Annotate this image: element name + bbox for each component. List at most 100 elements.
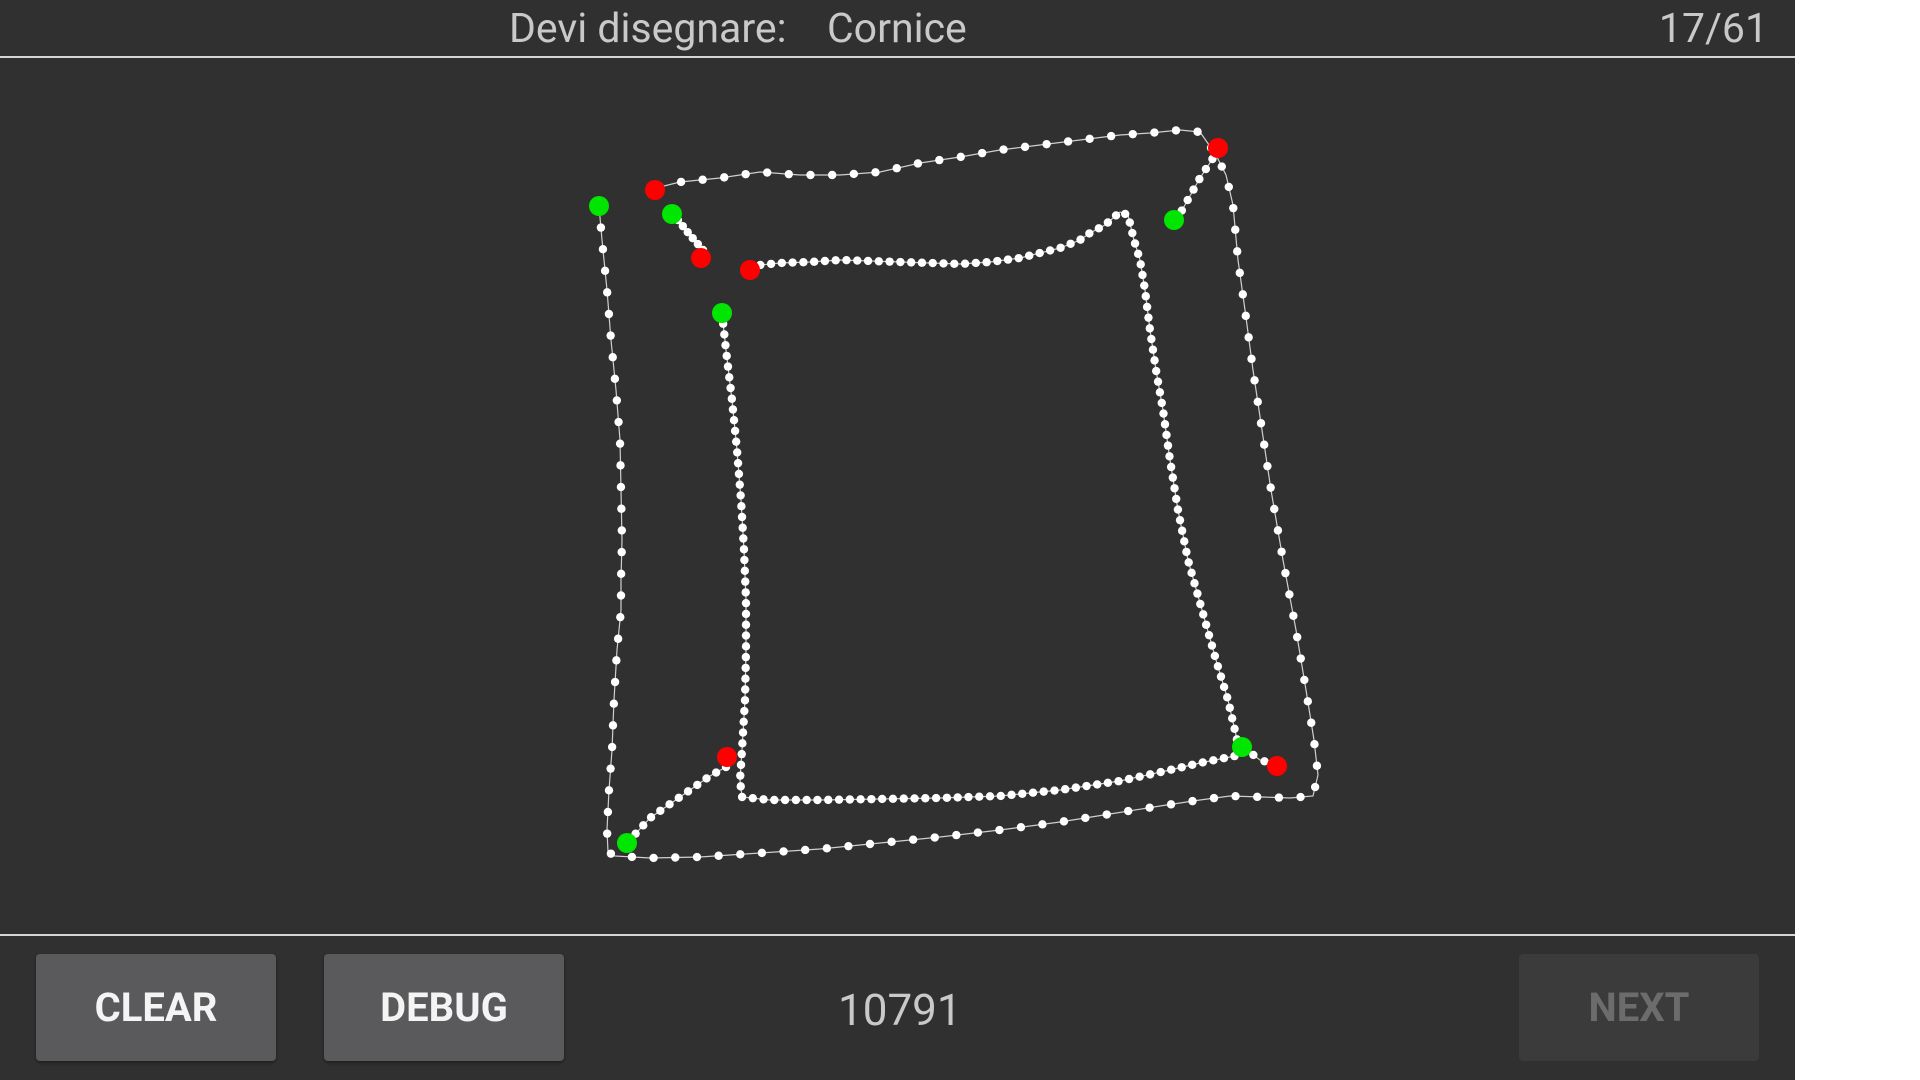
stroke-point (598, 245, 608, 254)
stroke-point (1227, 714, 1237, 723)
stroke-point (1166, 462, 1176, 472)
stroke-point (1042, 139, 1051, 149)
stroke-point (613, 634, 623, 643)
stroke-point (779, 847, 788, 856)
stroke-point (1151, 366, 1161, 376)
debug-button[interactable]: DEBUG (324, 954, 564, 1061)
stroke-point (1024, 251, 1034, 260)
stroke-point (1253, 792, 1262, 802)
prompt-label: Devi disegnare: (509, 5, 787, 53)
stroke-point (656, 806, 665, 815)
stroke-point (604, 309, 614, 319)
stroke-point (1177, 526, 1187, 535)
stroke-point (770, 795, 779, 805)
stroke-point (977, 148, 987, 158)
stroke-point (899, 794, 908, 803)
stroke-point (1312, 761, 1322, 770)
stroke-point (627, 852, 637, 862)
stroke-point (610, 677, 620, 687)
stroke-end-marker (691, 248, 711, 268)
stroke-point (1196, 599, 1205, 609)
stroke-point (871, 168, 880, 177)
stroke-end-marker (740, 260, 760, 280)
stroke-point (1102, 810, 1111, 819)
stroke-point (615, 439, 625, 448)
stroke-point (741, 598, 751, 608)
stroke-point (727, 394, 737, 403)
stroke-point (1165, 452, 1174, 461)
stroke-point (1270, 504, 1279, 514)
stroke-point (1092, 780, 1102, 789)
stroke-point (600, 266, 610, 275)
stroke-point (1071, 783, 1081, 792)
stroke-point (1063, 137, 1073, 146)
stroke-point (603, 807, 613, 817)
stroke-point (1241, 311, 1250, 321)
stroke-point (741, 685, 750, 694)
stroke-point (877, 794, 887, 804)
score-value: 10791 (838, 984, 962, 1036)
stroke-point (1222, 693, 1232, 702)
stroke-point (1141, 292, 1150, 301)
stroke-point (1256, 419, 1266, 428)
stroke-point (1124, 774, 1134, 784)
stroke-point (730, 426, 740, 436)
stroke-point (604, 786, 614, 795)
stroke-point (739, 545, 749, 554)
stroke-point (616, 612, 625, 622)
stroke-point (1285, 590, 1294, 599)
stroke-point (1014, 253, 1023, 263)
stroke-point (1281, 568, 1290, 578)
stroke-point (1296, 654, 1305, 663)
stroke-point (827, 170, 837, 180)
stroke-point (1193, 589, 1202, 598)
stroke-point (1216, 672, 1226, 681)
stroke-point (1150, 356, 1159, 365)
stroke-point (766, 259, 776, 269)
stroke-point (1144, 313, 1153, 322)
stroke-point (1103, 218, 1113, 227)
stroke-point (1007, 790, 1016, 800)
stroke-point (1244, 333, 1253, 342)
stroke-point (1233, 247, 1242, 256)
stroke-point (1157, 398, 1166, 408)
stroke-point (831, 256, 840, 265)
stroke-point (952, 830, 961, 840)
stroke-point (639, 821, 648, 830)
stroke-line (627, 766, 727, 843)
stroke-point (1045, 246, 1055, 255)
progress-counter: 17/61 (1658, 5, 1768, 53)
footer-divider (0, 934, 1795, 936)
stroke-point (1135, 772, 1144, 781)
stroke-point (602, 829, 612, 838)
stroke-point (1219, 754, 1229, 763)
stroke-point (1082, 781, 1091, 791)
stroke-point (736, 771, 745, 780)
stroke-point (806, 170, 815, 180)
stroke-point (971, 258, 981, 268)
next-button[interactable]: NEXT (1519, 954, 1759, 1061)
drawing-canvas[interactable] (0, 58, 1795, 934)
stroke-point (606, 849, 616, 858)
stroke-point (1207, 641, 1217, 650)
clear-button[interactable]: CLEAR (36, 954, 276, 1061)
stroke-point (1120, 209, 1130, 219)
stroke-point (1081, 813, 1090, 823)
stroke-point (1163, 441, 1173, 450)
stroke-point (607, 742, 617, 752)
stroke-point (702, 774, 711, 783)
stroke-point (616, 461, 625, 470)
stroke-point (1171, 126, 1181, 135)
stroke-point (665, 800, 674, 809)
stroke-point (741, 169, 750, 179)
stroke-point (973, 828, 983, 837)
stroke-point (993, 256, 1002, 266)
stroke-point (1039, 787, 1048, 796)
stroke-point (985, 792, 995, 801)
stroke-point (728, 405, 738, 414)
stroke-point (698, 175, 707, 184)
stroke-point (731, 437, 741, 446)
stroke-point (738, 728, 748, 737)
stroke-point (1292, 632, 1302, 642)
stroke-point (1059, 817, 1069, 826)
